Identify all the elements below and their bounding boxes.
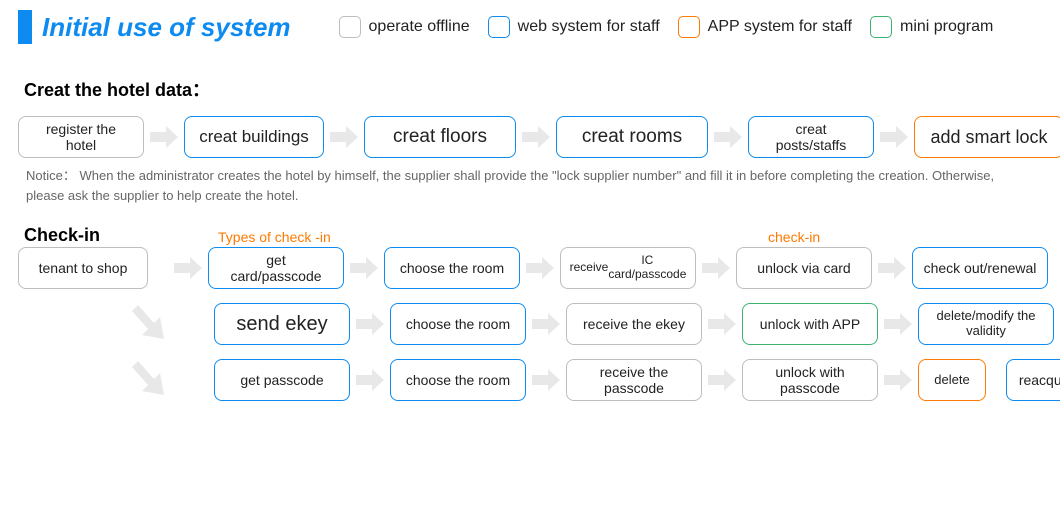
flow-box: register the hotel bbox=[18, 116, 144, 158]
legend-label: mini program bbox=[900, 18, 993, 36]
section2: Check-in Types of check -in check-in ten… bbox=[18, 229, 1042, 401]
flow-box: creat buildings bbox=[184, 116, 324, 158]
arrow-right-icon bbox=[702, 257, 730, 279]
page-title-wrap: Initial use of system bbox=[18, 10, 291, 44]
legend-label: operate offline bbox=[369, 18, 470, 36]
flow-box: unlock with passcode bbox=[742, 359, 878, 401]
arrow-right-icon bbox=[880, 126, 908, 148]
legend-box-offline-icon bbox=[339, 16, 361, 38]
flow-box: receive the passcode bbox=[566, 359, 702, 401]
flow-box: choose the room bbox=[384, 247, 520, 289]
legend-label: web system for staff bbox=[518, 18, 660, 36]
legend-box-app-icon bbox=[678, 16, 700, 38]
legend-box-web-icon bbox=[488, 16, 510, 38]
flow-box: creat rooms bbox=[556, 116, 708, 158]
legend-item-app: APP system for staff bbox=[678, 16, 852, 38]
flow-box: choose the room bbox=[390, 303, 526, 345]
flow-box: creat floors bbox=[364, 116, 516, 158]
flow-box: receiveIC card/passcode bbox=[560, 247, 696, 289]
legend-item-offline: operate offline bbox=[339, 16, 470, 38]
arrow-right-icon bbox=[884, 369, 912, 391]
arrow-right-icon bbox=[150, 126, 178, 148]
arrow-right-icon bbox=[714, 126, 742, 148]
arrow-right-icon bbox=[330, 126, 358, 148]
flow-box: unlock with APP bbox=[742, 303, 878, 345]
legend-item-web: web system for staff bbox=[488, 16, 660, 38]
header: Initial use of system operate offline we… bbox=[18, 10, 1042, 44]
annot-types-checkin: Types of check -in bbox=[218, 229, 331, 245]
arrow-right-icon bbox=[878, 257, 906, 279]
legend-item-mini: mini program bbox=[870, 16, 993, 38]
flow-box: reacquire bbox=[1006, 359, 1060, 401]
legend-box-mini-icon bbox=[870, 16, 892, 38]
arrow-right-icon bbox=[884, 313, 912, 335]
flow-box: choose the room bbox=[390, 359, 526, 401]
arrow-right-icon bbox=[356, 369, 384, 391]
page-title: Initial use of system bbox=[42, 12, 291, 43]
checkin-row: get passcode choose the room receive the p… bbox=[18, 359, 1042, 401]
arrow-right-icon bbox=[522, 126, 550, 148]
checkin-row: send ekey choose the room receive the ekey… bbox=[18, 303, 1042, 345]
flow-box: receive the ekey bbox=[566, 303, 702, 345]
flow-box: delete bbox=[918, 359, 986, 401]
legend-label: APP system for staff bbox=[708, 18, 852, 36]
flow-box: send ekey bbox=[214, 303, 350, 345]
section1-flow: register the hotel creat buildings creat f… bbox=[18, 116, 1042, 158]
arrow-right-icon bbox=[350, 257, 378, 279]
arrow-right-icon bbox=[526, 257, 554, 279]
flow-box: get passcode bbox=[214, 359, 350, 401]
arrow-right-icon bbox=[174, 257, 202, 279]
arrow-right-icon bbox=[532, 313, 560, 335]
arrow-right-icon bbox=[356, 313, 384, 335]
arrow-diagonal-icon bbox=[128, 359, 168, 401]
tenant-box: tenant to shop bbox=[18, 247, 148, 289]
flow-box: creat posts/staffs bbox=[748, 116, 874, 158]
flow-box: get card/passcode bbox=[208, 247, 344, 289]
flow-box: delete/modify the validity bbox=[918, 303, 1054, 345]
section1-title: Creat the hotel data： bbox=[24, 76, 1042, 102]
arrow-diagonal-icon bbox=[128, 303, 168, 345]
arrow-right-icon bbox=[708, 369, 736, 391]
title-accent-bar bbox=[18, 10, 32, 44]
section2-rows: tenant to shop get card/passcode choose th… bbox=[18, 247, 1042, 401]
section2-title: Check-in bbox=[24, 225, 100, 246]
flow-box: unlock via card bbox=[736, 247, 872, 289]
checkin-row: tenant to shop get card/passcode choose th… bbox=[18, 247, 1042, 289]
arrow-right-icon bbox=[532, 369, 560, 391]
arrow-right-icon bbox=[708, 313, 736, 335]
flow-box: add smart lock bbox=[914, 116, 1060, 158]
annot-checkin: check-in bbox=[768, 229, 820, 245]
section1-notice: Notice： When the administrator creates t… bbox=[26, 166, 1034, 205]
flow-box: check out/renewal bbox=[912, 247, 1048, 289]
